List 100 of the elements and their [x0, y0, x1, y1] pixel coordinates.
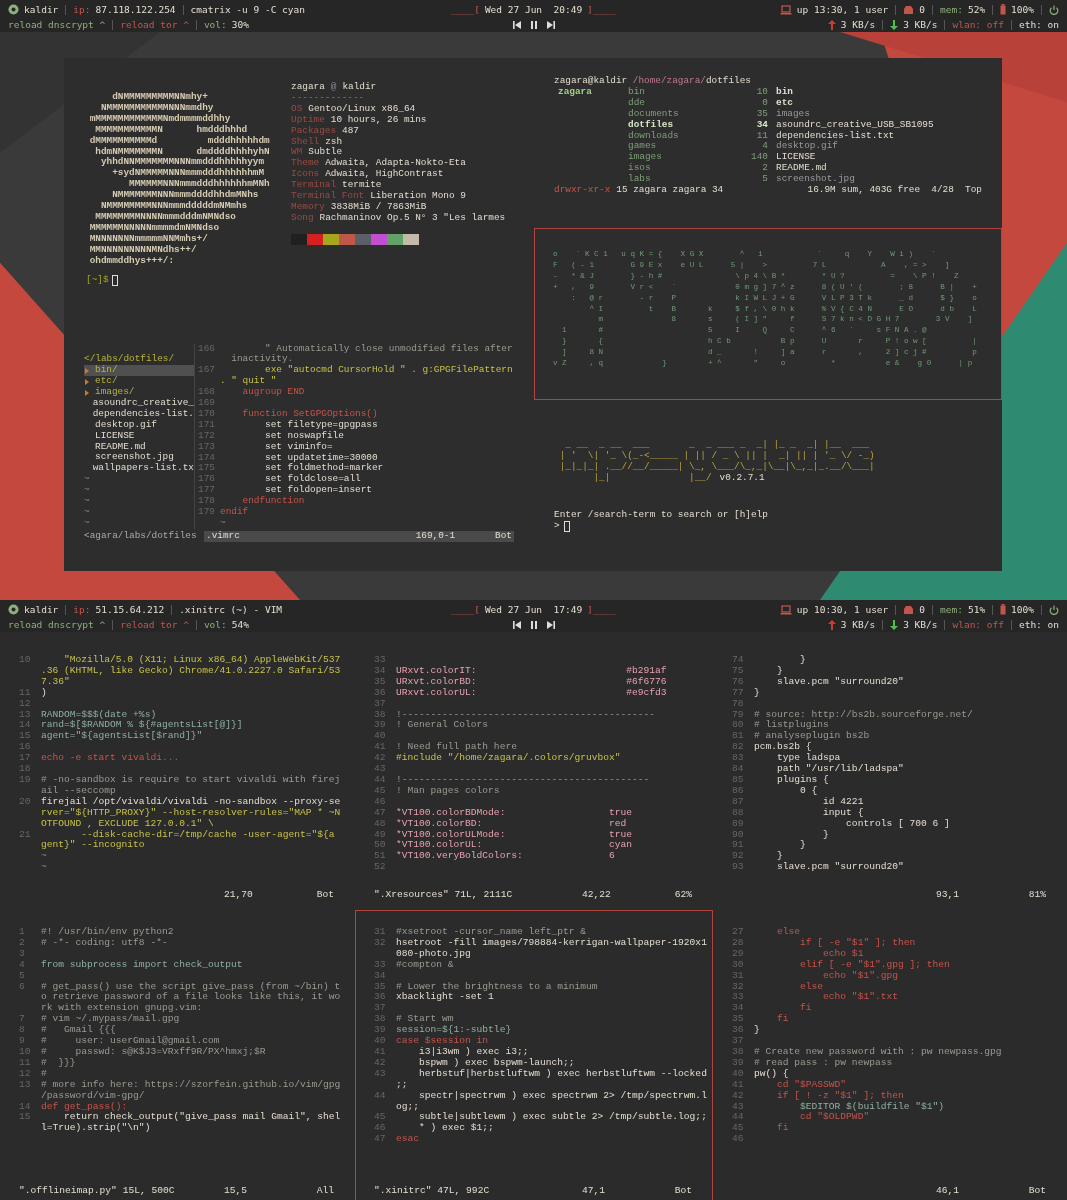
code-line: # listplugins [754, 719, 829, 731]
code-line: --disk-cache-dir=/tmp/cache -user-agent="${a [80, 828, 335, 840]
ascii-art-line: yhhdNNMMMMMMMNNNmmdddhhhhhyym [99, 157, 266, 168]
preview-item[interactable]: images [776, 108, 934, 120]
at-sign: @ [330, 82, 337, 93]
code-line: herbstuf|herbstluftwm ) exec herbstluftwm --locked [418, 1067, 707, 1079]
line-number: 34 [732, 1002, 744, 1014]
battery-icon [1000, 4, 1007, 15]
reload-button[interactable]: reload tor ^ [120, 19, 189, 30]
code-line: ~ [220, 517, 226, 528]
window-title: cmatrix -u 9 -C cyan [190, 4, 305, 15]
preview-item[interactable]: asoundrc_creative_USB_SB1095 [776, 119, 934, 131]
line-number: 52 [374, 861, 386, 873]
preview-item[interactable]: screenshot.jpg [776, 174, 934, 186]
directory-item[interactable]: documents 35 [628, 108, 768, 120]
cursor-position: 47,1 [582, 1186, 607, 1197]
code-line: controls [ 700 6 ] [845, 817, 950, 829]
info-value: 487 [342, 125, 359, 137]
line-number: 50 [374, 839, 386, 851]
directory-item[interactable]: dde 0 [628, 97, 768, 109]
tree-item[interactable]: LICENSE [84, 430, 194, 442]
code-line: # Gmail {{{ [41, 1024, 116, 1036]
tree-item[interactable]: images/ [84, 387, 194, 398]
parent-directory[interactable]: zagara [558, 85, 592, 97]
preview-item[interactable]: desktop.gif [776, 141, 934, 153]
code-line: rk with extension gnupg.vim: [41, 1002, 203, 1014]
code-line: path "/usr/lib/ladspa" [776, 763, 904, 775]
pause-icon[interactable] [529, 20, 538, 29]
directory-item[interactable]: dotfiles 34 [628, 119, 768, 131]
info-label: Packages [291, 125, 336, 137]
code-line: /password/vim-gpg/ [41, 1089, 145, 1101]
preview-item[interactable]: etc [776, 97, 934, 109]
window-title: .xinitrc (~) - VIM [179, 604, 283, 615]
code-line: exe "autocmd CursorHold " . g:GPGFilePattern [264, 364, 513, 376]
ascii-art-line: ohdmmddhys+++/: [88, 255, 175, 267]
username: zagara [291, 82, 325, 93]
code-line: set viminfo= [264, 440, 333, 452]
tree-item[interactable]: README.md [84, 441, 194, 453]
preview-item[interactable]: bin [776, 86, 934, 98]
next-icon[interactable] [546, 20, 555, 29]
directory-item[interactable]: downloads 11 [628, 130, 768, 142]
directory-item[interactable]: bin 10 [628, 86, 768, 98]
preview-item[interactable]: README.md [776, 163, 934, 175]
code-line: fi [776, 1122, 789, 1134]
empty-line-marker: ~ [84, 485, 90, 496]
download-arrow-icon [890, 19, 899, 30]
code-line: !------------------------------------------- [396, 773, 650, 785]
preview-item[interactable]: dependencies-list.txt [776, 130, 934, 142]
inbox-icon [903, 604, 915, 615]
directory-item[interactable]: images 140 [628, 152, 768, 164]
tree-item[interactable]: wallpapers-list.tx [84, 463, 194, 475]
pause-icon[interactable] [529, 620, 538, 629]
directory-item[interactable]: games 4 [628, 141, 768, 153]
info-value: zsh [325, 136, 343, 147]
info-label: Memory [291, 201, 325, 213]
code-line: # -*- coding: utf8 -*- [41, 936, 168, 948]
tree-item[interactable]: desktop.gif [84, 419, 194, 431]
tree-item[interactable]: dependencies-list. [84, 408, 194, 420]
info-value: 10 hours, 26 mins [330, 114, 427, 126]
code-line: URxvt.colorIT: #b291af [396, 664, 667, 676]
reload-button[interactable]: reload dnscrypt ^ [8, 619, 106, 630]
code-line: # Lower the brightness to a minimum [396, 980, 598, 992]
power-icon[interactable] [1049, 604, 1059, 615]
code-line: else [776, 926, 801, 937]
code-line: xbacklight -set 1 [396, 991, 494, 1003]
code-line: set updatetime=30000 [264, 451, 378, 463]
previous-icon[interactable] [512, 20, 521, 29]
clock-bracket: ____[ [451, 4, 480, 15]
tree-item[interactable]: bin/ [84, 365, 194, 377]
code-line: ! Man pages colors [396, 784, 500, 796]
ascii-art-line: MMMMMMMMNNNNmmmdddmNMNdso [94, 211, 237, 223]
tree-item[interactable]: screenshot.jpg [84, 452, 194, 464]
ascii-art-line: MMMMMMMMMMMN hmdddhhhd [94, 124, 249, 136]
memory-label: mem: [940, 604, 963, 615]
directory-item[interactable]: isos 2 [628, 163, 768, 175]
file-info: ".xinitrc" 47L, 992C [374, 1185, 490, 1197]
code-line: ~ [41, 861, 47, 873]
reload-button[interactable]: reload dnscrypt ^ [8, 19, 106, 30]
tree-item[interactable]: asoundrc_creative_ [84, 397, 194, 409]
code-line: endif [220, 506, 249, 518]
code-line: augroup END [241, 386, 305, 398]
current-directory: dotfiles [705, 75, 751, 86]
power-icon[interactable] [1049, 4, 1059, 15]
code-line: } [822, 828, 829, 840]
code-line: firejail /opt/vivaldi/vivaldi -no-sandbox --proxy-se [41, 795, 341, 807]
volume-level: 54% [231, 619, 249, 630]
reload-button[interactable]: reload tor ^ [120, 619, 189, 630]
code-line: # [41, 1067, 47, 1079]
next-icon[interactable] [546, 620, 555, 629]
code-line: bspwm ) exec bspwm-launch;; [418, 1056, 575, 1068]
uptime: up 13:30, 1 user [796, 4, 889, 15]
empty-line-marker: ~ [84, 495, 90, 507]
preview-item[interactable]: LICENSE [776, 152, 934, 164]
directory-item[interactable]: labs 5 [628, 174, 768, 186]
previous-icon[interactable] [512, 620, 521, 629]
line-number: 20 [19, 795, 31, 807]
ascii-logo-line: |_|_|_| .__//__/_____| \_, \___/\_,_|\__|\_,_|_.__/\___| [558, 461, 875, 473]
tree-item[interactable]: etc/ [84, 376, 194, 388]
ascii-art-line: MMMMMMNNNmmmdddhhhhhhmMNh [128, 179, 271, 190]
ascii-art-line: dMMMMMMMMMMd mdddhhhhhdm [88, 135, 271, 147]
